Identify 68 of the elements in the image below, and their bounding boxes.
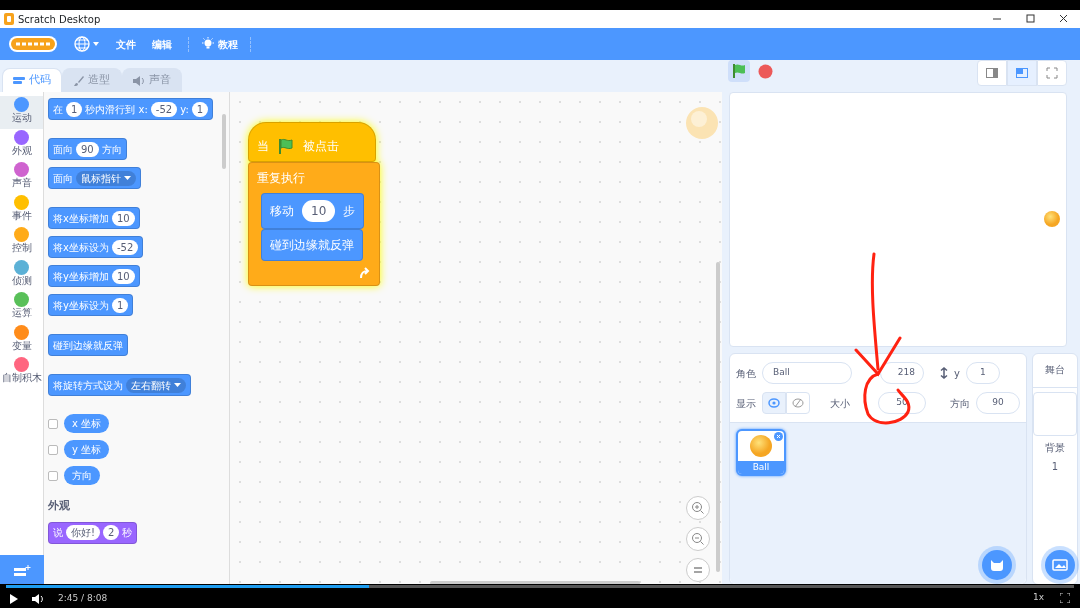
direction-field[interactable]: 90 bbox=[976, 392, 1020, 414]
block-label: 秒 bbox=[122, 526, 133, 540]
field-label: 大小 bbox=[830, 396, 850, 411]
category-item[interactable]: 事件 bbox=[0, 193, 43, 226]
number-input[interactable]: 90 bbox=[76, 141, 99, 157]
field-label: y bbox=[954, 366, 960, 381]
category-item[interactable]: 控制 bbox=[0, 226, 43, 259]
code-block[interactable]: 将x坐标增加 10 bbox=[48, 207, 140, 229]
block-label: 步 bbox=[343, 203, 356, 220]
category-item[interactable]: 变量 bbox=[0, 323, 43, 356]
sprite-name-field[interactable]: Ball bbox=[762, 362, 852, 384]
code-block[interactable]: 将旋转方式设为 左右翻转 bbox=[48, 374, 191, 396]
category-item[interactable]: 外观 bbox=[0, 128, 43, 161]
block-label: y: bbox=[180, 102, 189, 117]
number-input[interactable]: 1 bbox=[111, 297, 129, 313]
block-label: 重复执行 bbox=[257, 170, 305, 187]
sprite-name: Ball bbox=[738, 461, 784, 474]
category-item[interactable]: 运算 bbox=[0, 291, 43, 324]
dropdown[interactable]: 鼠标指针 bbox=[76, 170, 136, 186]
number-input[interactable]: 10 bbox=[111, 268, 135, 284]
code-block[interactable]: 将x坐标设为 -52 bbox=[48, 236, 144, 258]
video-time: 2:45 / 8:08 bbox=[58, 592, 108, 605]
code-block[interactable]: 面向 90 方向 bbox=[48, 138, 127, 160]
code-block[interactable]: 说 你好! 2 秒 bbox=[48, 521, 138, 544]
block-label: 将x坐标设为 bbox=[53, 240, 109, 255]
category-item[interactable]: 侦测 bbox=[0, 258, 43, 291]
backdrops-label: 背景 bbox=[1045, 441, 1065, 455]
number-input[interactable]: -52 bbox=[111, 239, 139, 255]
number-input[interactable]: -52 bbox=[150, 101, 178, 117]
category-heading: 外观 bbox=[48, 498, 71, 514]
number-input[interactable]: 1 bbox=[66, 101, 83, 117]
field-label: 显示 bbox=[736, 396, 756, 411]
block-label: 将旋转方式设为 bbox=[53, 378, 123, 393]
forever-block[interactable]: 重复执行 移动 10 步 碰到边缘就反弹 bbox=[248, 162, 380, 286]
block-label: 在 bbox=[53, 102, 63, 117]
number-input[interactable]: 你好! bbox=[66, 525, 100, 540]
code-block[interactable]: 将y坐标设为 1 bbox=[48, 294, 134, 316]
block-label: 秒内滑行到 x: bbox=[85, 102, 148, 117]
number-input[interactable]: 2 bbox=[103, 525, 120, 540]
x-field[interactable]: 218 bbox=[880, 362, 924, 384]
number-input[interactable]: 10 bbox=[302, 200, 336, 222]
block-label: 面向 bbox=[53, 171, 73, 186]
number-input[interactable]: 1 bbox=[191, 101, 209, 117]
block-label: 方向 bbox=[101, 142, 122, 157]
category-item[interactable]: 自制积木 bbox=[0, 356, 43, 389]
stage-pane-title: 舞台 bbox=[1033, 362, 1077, 388]
block-label: 将y坐标增加 bbox=[53, 269, 109, 284]
backdrops-count: 1 bbox=[1051, 460, 1059, 474]
dropdown[interactable]: 左右翻转 bbox=[126, 377, 186, 393]
code-block[interactable]: 在 1 秒内滑行到 x: -52 y: 1 bbox=[48, 98, 214, 120]
code-block[interactable]: 将y坐标增加 10 bbox=[48, 265, 140, 287]
code-block[interactable]: 移动 10 步 bbox=[261, 193, 365, 229]
playback-speed[interactable]: 1x bbox=[1032, 591, 1044, 605]
y-field[interactable]: 1 bbox=[965, 362, 1000, 384]
code-block[interactable]: 面向 鼠标指针 bbox=[48, 167, 141, 189]
category-item[interactable]: 运动 bbox=[0, 96, 43, 129]
number-input[interactable]: 10 bbox=[111, 210, 135, 226]
block-label: 说 bbox=[53, 526, 63, 540]
block-label: 将y坐标设为 bbox=[53, 298, 109, 313]
block-label: 面向 bbox=[53, 142, 73, 157]
field-label: 角色 bbox=[736, 366, 756, 381]
category-item[interactable]: 声音 bbox=[0, 161, 43, 194]
block-label: 移动 bbox=[270, 203, 294, 220]
field-label: 方向 bbox=[950, 396, 970, 411]
window-title: Scratch Desktop bbox=[18, 12, 101, 27]
block-label: 将x坐标增加 bbox=[53, 211, 109, 226]
block-label: 碰到边缘就反弹 bbox=[53, 338, 123, 353]
block-label: 碰到边缘就反弹 bbox=[270, 237, 354, 254]
